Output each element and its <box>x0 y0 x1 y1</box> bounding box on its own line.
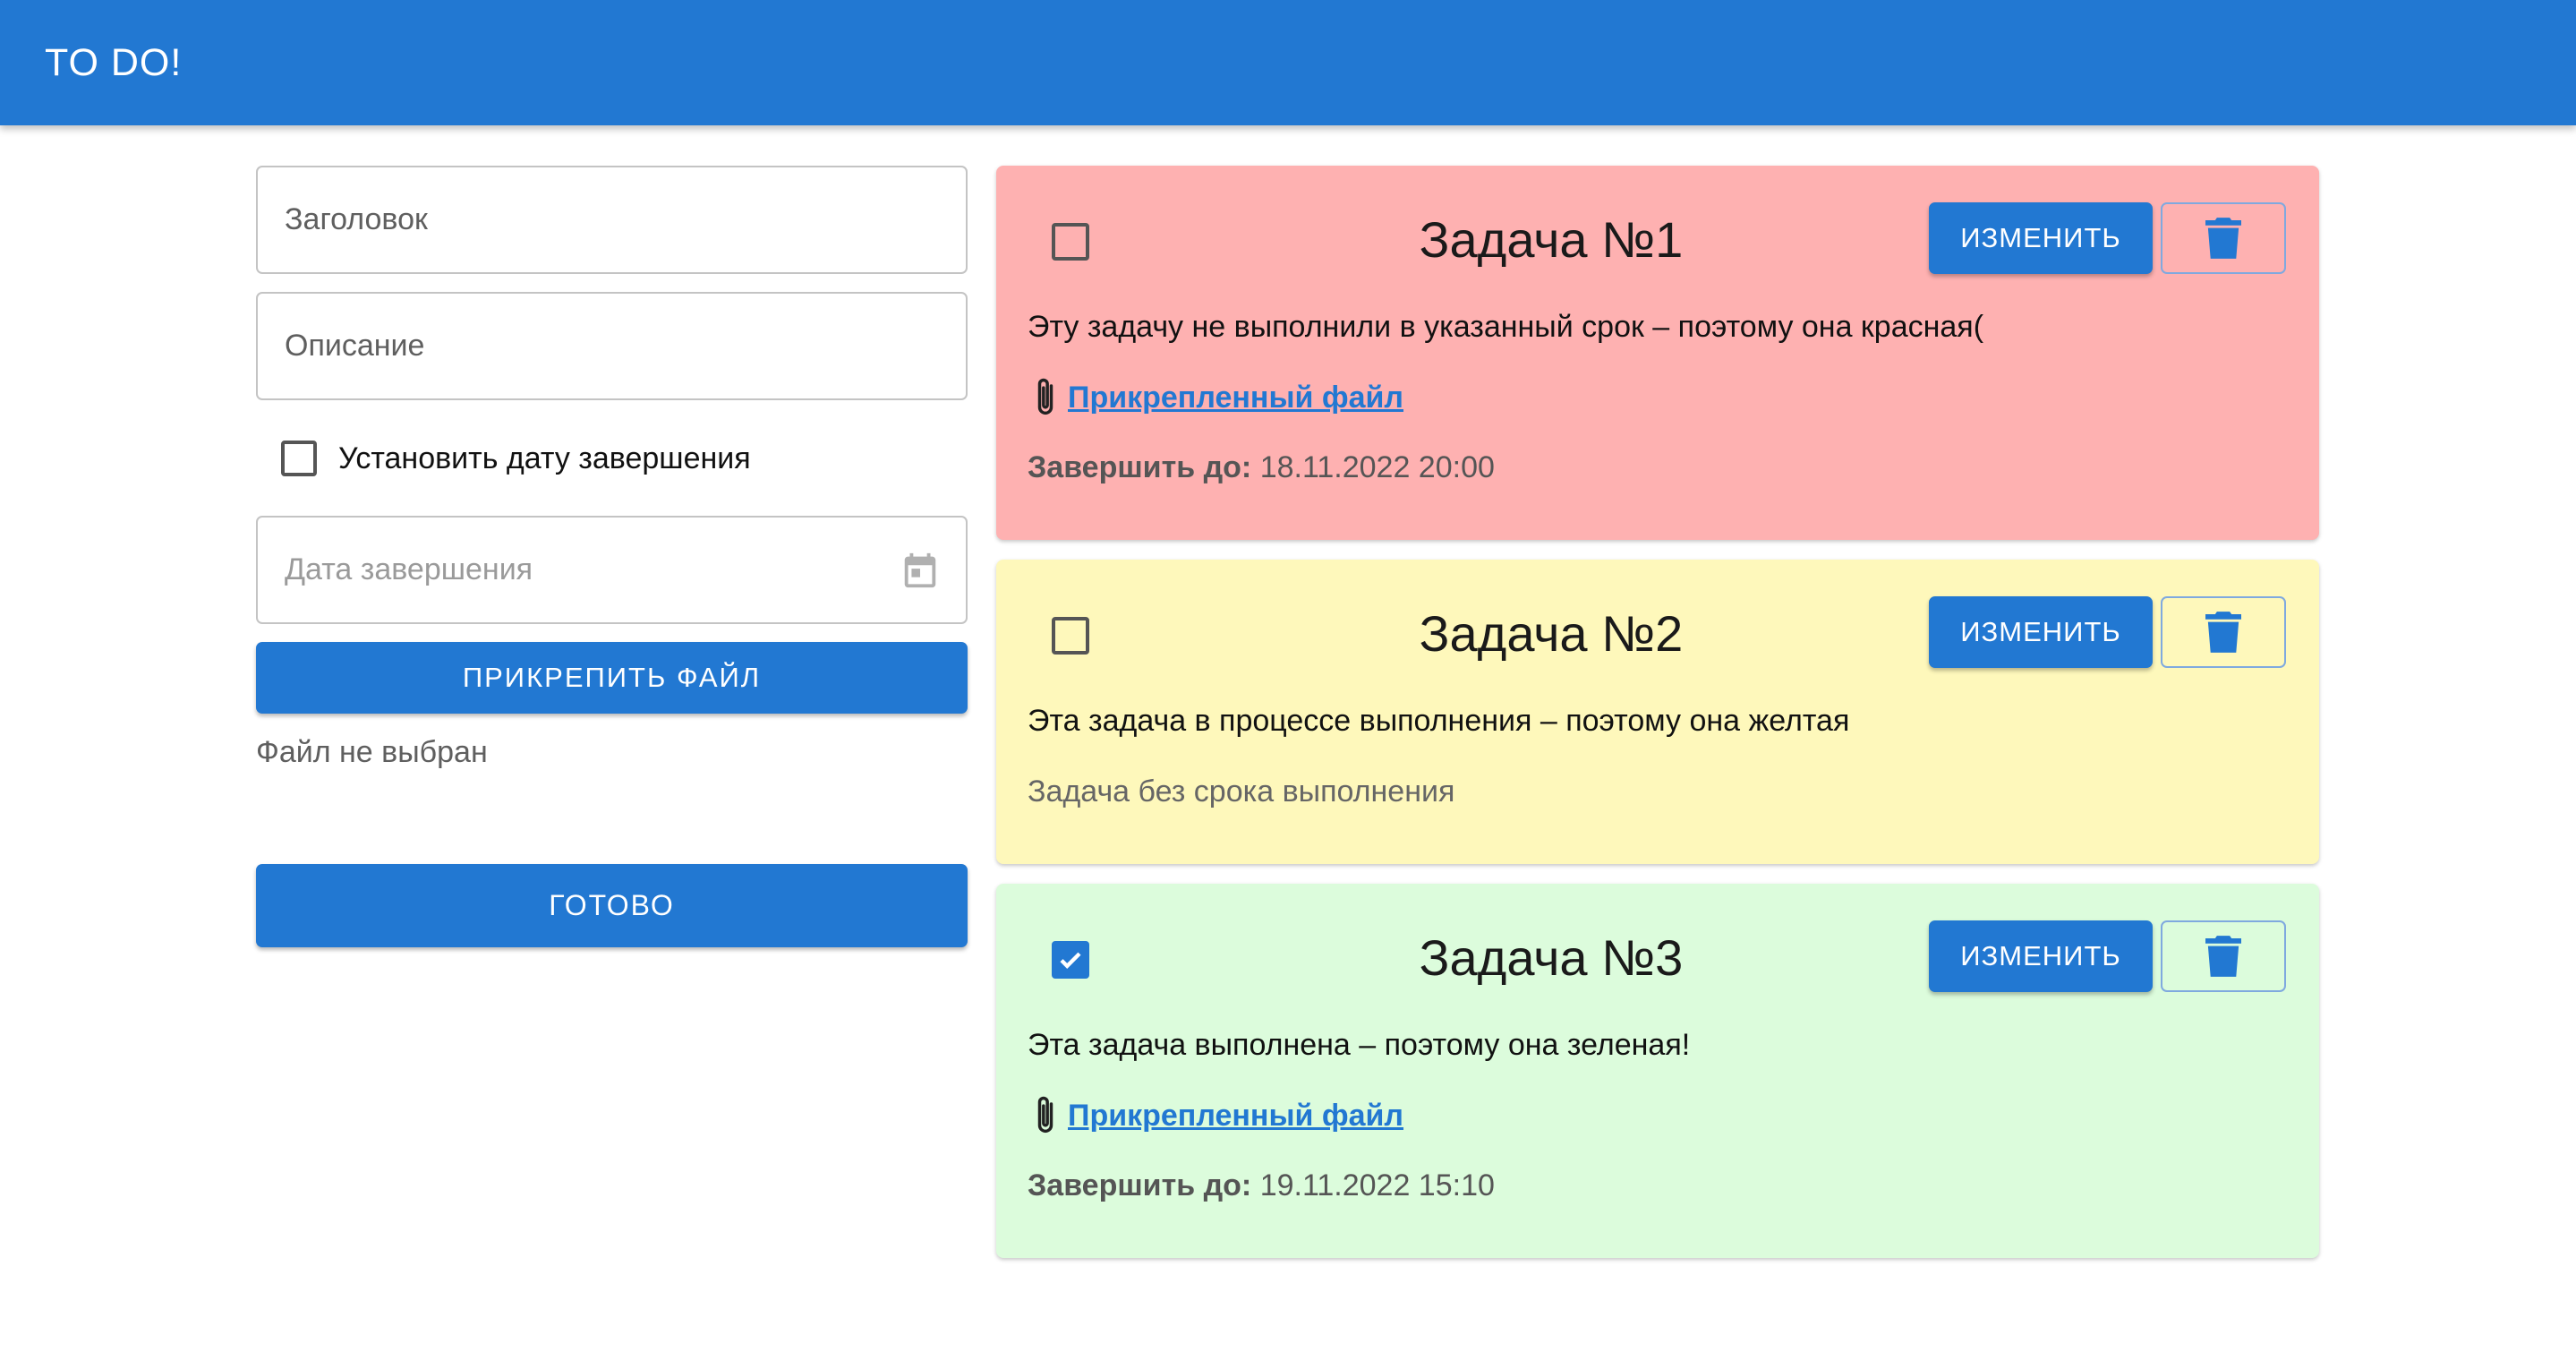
task-due-date: Завершить до: 18.11.2022 20:00 <box>1028 450 1495 485</box>
due-label: Завершить до: <box>1028 450 1252 484</box>
done-button[interactable]: ГОТОВО <box>256 864 968 947</box>
task-title: Задача №1 <box>1419 211 1684 268</box>
task-description: Эту задачу не выполнили в указанный срок… <box>1028 310 1984 344</box>
attachment-link[interactable]: Прикрепленный файл <box>1068 1099 1403 1134</box>
due-date-placeholder: Дата завершения <box>285 552 533 586</box>
task-card-completed: Задача №3 ИЗМЕНИТЬ Эта задача выполнена … <box>996 884 2319 1258</box>
attachment-link[interactable]: Прикрепленный файл <box>1068 381 1403 415</box>
trash-icon <box>2205 612 2241 653</box>
description-input-placeholder: Описание <box>285 329 425 363</box>
task-due-date: Завершить до: 19.11.2022 15:10 <box>1028 1168 1495 1203</box>
set-due-date-checkbox[interactable] <box>281 441 317 476</box>
title-input-placeholder: Заголовок <box>285 202 428 236</box>
task-description: Эта задача в процессе выполнения – поэто… <box>1028 704 1850 738</box>
app-bar: TO DO! <box>0 0 2576 125</box>
delete-button[interactable] <box>2161 920 2286 992</box>
attach-file-button[interactable]: ПРИКРЕПИТЬ ФАЙЛ <box>256 642 968 714</box>
edit-button[interactable]: ИЗМЕНИТЬ <box>1929 920 2153 992</box>
due-value: 18.11.2022 20:00 <box>1259 450 1495 484</box>
delete-button[interactable] <box>2161 596 2286 668</box>
trash-icon <box>2205 218 2241 259</box>
title-input[interactable]: Заголовок <box>256 166 968 274</box>
set-due-date-label: Установить дату завершения <box>338 441 751 475</box>
task-card-overdue: Задача №1 ИЗМЕНИТЬ Эту задачу не выполни… <box>996 166 2319 540</box>
task-description: Эта задача выполнена – поэтому она зелен… <box>1028 1028 1691 1062</box>
due-label: Завершить до: <box>1028 1168 1252 1202</box>
task-attachment[interactable]: Прикрепленный файл <box>1032 374 1403 421</box>
task-title: Задача №2 <box>1419 605 1684 662</box>
set-due-date-row[interactable]: Установить дату завершения <box>256 418 968 499</box>
task-card-in-progress: Задача №2 ИЗМЕНИТЬ Эта задача в процессе… <box>996 560 2319 864</box>
task-title: Задача №3 <box>1419 929 1684 986</box>
due-date-input[interactable]: Дата завершения <box>256 516 968 624</box>
description-input[interactable]: Описание <box>256 292 968 400</box>
edit-button[interactable]: ИЗМЕНИТЬ <box>1929 596 2153 668</box>
file-status-text: Файл не выбран <box>256 735 488 769</box>
task-no-due-text: Задача без срока выполнения <box>1028 774 1455 809</box>
trash-icon <box>2205 936 2241 977</box>
paperclip-icon <box>1037 1096 1053 1134</box>
calendar-icon[interactable] <box>900 550 941 591</box>
new-task-form: Заголовок Описание Установить дату завер… <box>256 166 968 947</box>
paperclip-icon <box>1037 378 1053 415</box>
task-attachment[interactable]: Прикрепленный файл <box>1032 1092 1403 1139</box>
delete-button[interactable] <box>2161 202 2286 274</box>
task-list: Задача №1 ИЗМЕНИТЬ Эту задачу не выполни… <box>996 166 2319 1278</box>
due-value: 19.11.2022 15:10 <box>1259 1168 1495 1202</box>
app-title: TO DO! <box>45 40 183 84</box>
edit-button[interactable]: ИЗМЕНИТЬ <box>1929 202 2153 274</box>
